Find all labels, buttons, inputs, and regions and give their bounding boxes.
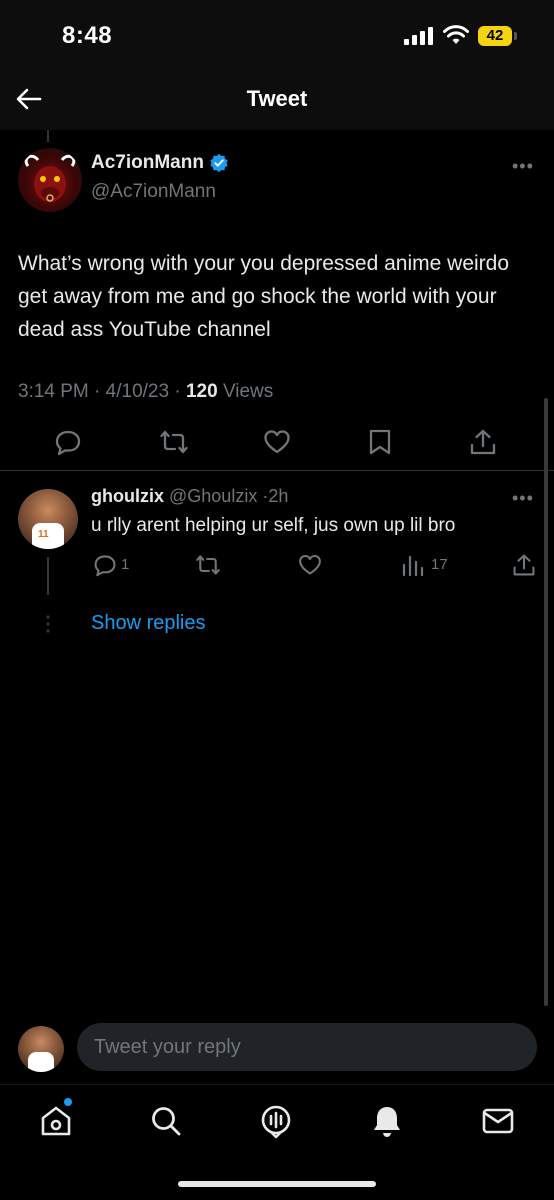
home-indicator (178, 1181, 376, 1187)
reply-age: 2h (268, 486, 289, 506)
tweet-text: What’s wrong with your you depressed ani… (18, 252, 510, 341)
cellular-signal-icon (404, 27, 433, 45)
meta-separator: · (94, 381, 106, 402)
tweet-meta: 3:14 PM · 4/10/23 · 120 Views (18, 381, 273, 403)
like-icon[interactable] (298, 553, 322, 577)
top-nav: Tweet (0, 72, 554, 130)
share-icon[interactable] (469, 428, 497, 456)
search-icon[interactable] (148, 1103, 184, 1139)
notifications-icon[interactable] (369, 1103, 405, 1139)
author-handle: @Ac7ionMann (91, 181, 216, 202)
avatar-jersey-number: 11 (38, 529, 49, 540)
retweet-icon[interactable] (196, 553, 220, 577)
views-count[interactable]: 120 (186, 381, 218, 402)
reply-text: u rlly arent helping ur self, jus own up… (91, 515, 456, 536)
scrollbar[interactable] (544, 398, 548, 1006)
reply-icon[interactable] (93, 553, 117, 577)
reply-icon[interactable] (54, 428, 82, 456)
views-label: Views (222, 381, 274, 402)
compose-bar (0, 1010, 554, 1084)
retweet-icon[interactable] (160, 428, 188, 456)
spaces-icon[interactable] (258, 1103, 294, 1139)
reply-header: ghoulzix @Ghoulzix ·2h (91, 486, 288, 507)
view-count: 17 (431, 556, 448, 573)
reply-author-handle: @Ghoulzix (169, 486, 258, 506)
messages-icon[interactable] (480, 1103, 516, 1139)
notification-dot (64, 1098, 72, 1106)
status-bar: 8:48 42 (0, 0, 554, 72)
reply-author-name[interactable]: ghoulzix (91, 486, 164, 506)
reply-actions: 1 17 (0, 551, 554, 579)
author-row: Ac7ionMann (91, 152, 229, 174)
tweet-date: 4/10/23 (105, 381, 170, 402)
battery-tip (514, 32, 517, 40)
reply-count: 1 (121, 556, 130, 573)
page-title: Tweet (246, 86, 308, 111)
wifi-icon (443, 25, 469, 44)
more-icon[interactable]: ••• (512, 156, 534, 177)
bookmark-icon[interactable] (366, 428, 394, 456)
reply-input[interactable] (77, 1023, 537, 1071)
bull-avatar-icon (24, 154, 76, 202)
tweet-time: 3:14 PM (18, 381, 89, 402)
verified-badge-icon (210, 153, 228, 173)
author-name[interactable]: Ac7ionMann (91, 152, 204, 174)
share-icon[interactable] (512, 553, 536, 577)
avatar[interactable] (18, 148, 82, 212)
tweet-actions (0, 424, 554, 460)
avatar[interactable]: 11 (18, 489, 78, 549)
more-replies-dots-icon (46, 615, 50, 633)
views-icon[interactable] (401, 553, 425, 577)
battery-level: 42 (478, 26, 512, 46)
meta-separator: · (174, 381, 186, 402)
avatar (18, 1026, 64, 1072)
tab-bar (0, 1084, 554, 1200)
home-icon[interactable] (38, 1103, 74, 1139)
more-icon[interactable]: ••• (512, 488, 534, 509)
status-time: 8:48 (62, 22, 113, 49)
divider (0, 470, 554, 471)
show-replies-link[interactable]: Show replies (91, 612, 206, 635)
thread-line (47, 130, 49, 142)
like-icon[interactable] (263, 428, 291, 456)
avatar-jersey (28, 1052, 54, 1072)
